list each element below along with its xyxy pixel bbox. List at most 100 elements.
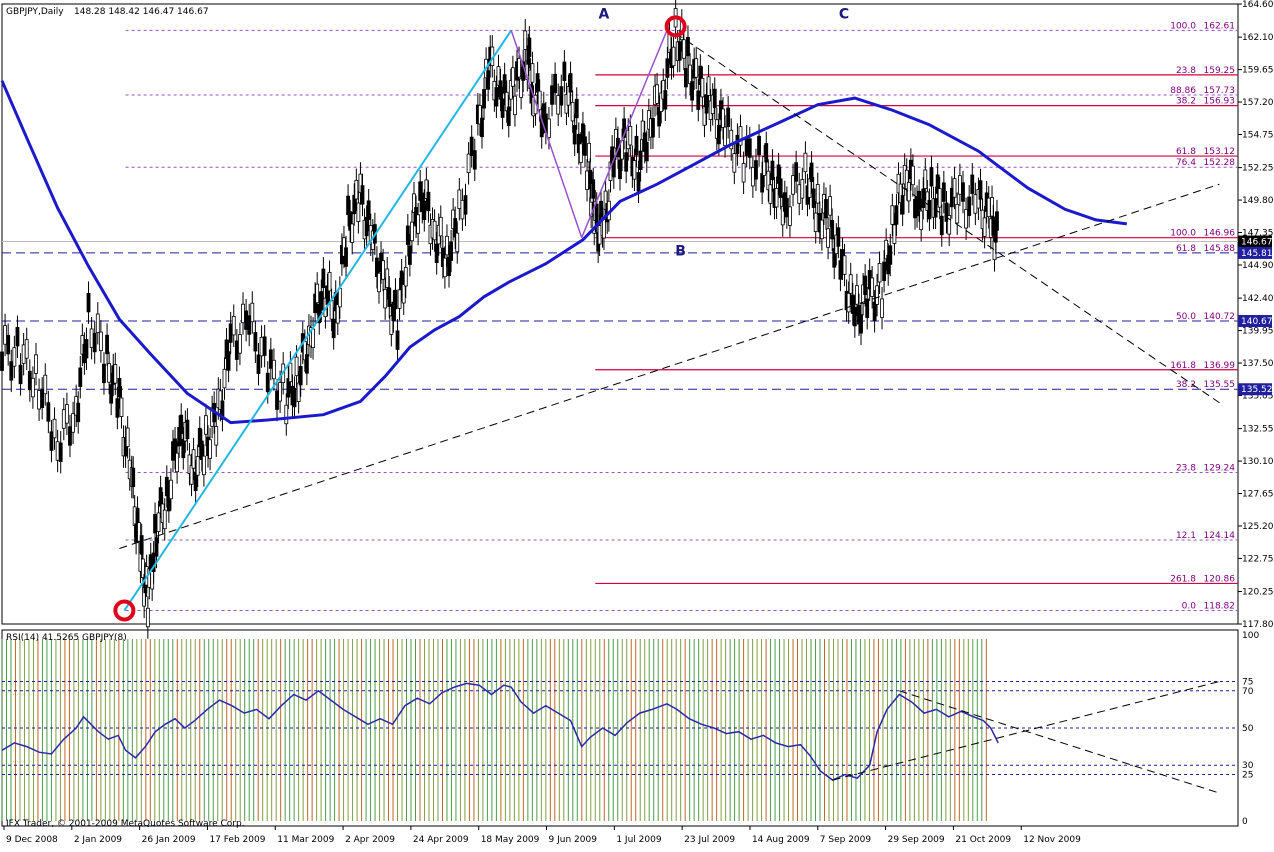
candle-body — [43, 374, 48, 395]
x-label-8: 9 Jun 2009 — [549, 835, 598, 845]
candle-body — [927, 199, 932, 220]
candle-body — [570, 101, 575, 122]
candle-body — [986, 197, 991, 218]
copyright-label: IFX Trader, © 2001-2009 MetaQuotes Softw… — [6, 819, 245, 829]
candle-body — [284, 404, 289, 425]
candle-body — [700, 77, 705, 98]
candle-body — [955, 204, 960, 224]
candle-body — [632, 160, 637, 180]
fib-ratio-label-1: 88.86 — [1170, 86, 1196, 96]
x-label-15: 12 Nov 2009 — [1023, 835, 1081, 845]
candle-body — [547, 118, 551, 138]
fib-value-label-2: 152.28 — [1204, 158, 1236, 168]
fib-value-label-8: 153.12 — [1204, 147, 1236, 157]
candle-body — [824, 198, 828, 219]
candle-body — [809, 162, 814, 182]
candle-body — [900, 195, 905, 215]
candle-body — [265, 372, 270, 393]
candle-body — [712, 88, 717, 109]
candle-body — [395, 330, 400, 350]
candle-body — [426, 191, 431, 212]
candle-body — [696, 90, 701, 110]
candle-body — [694, 58, 699, 78]
candle-body — [870, 277, 875, 297]
candle-body — [158, 487, 163, 507]
candle-body — [888, 245, 893, 265]
x-label-0: 9 Dec 2008 — [6, 835, 58, 845]
candle-body — [848, 274, 853, 294]
rsi-y-tick-2: 70 — [1242, 687, 1254, 697]
candle-body — [510, 67, 515, 87]
candle-body — [655, 84, 659, 104]
candle-body — [34, 354, 38, 374]
candle-body — [764, 143, 769, 163]
candle-body — [811, 188, 816, 208]
candle-body — [939, 215, 944, 236]
y-tick-label-5: 152.25 — [1242, 164, 1274, 174]
candle-body — [553, 73, 558, 94]
point-label-C: C — [839, 6, 849, 22]
candle-body — [383, 288, 388, 309]
candle-body — [527, 37, 532, 57]
candle-body — [46, 402, 51, 422]
candle-body — [204, 415, 208, 435]
candle-body — [741, 163, 746, 183]
candle-body — [618, 159, 622, 179]
candle-body — [30, 377, 35, 398]
candle-body — [880, 298, 884, 318]
x-label-12: 7 Sep 2009 — [820, 835, 872, 845]
candle-body — [747, 138, 752, 158]
candle-body — [800, 179, 805, 199]
candle-body — [296, 382, 301, 403]
candle-body — [416, 214, 421, 234]
candle-body — [241, 303, 245, 324]
candle-body — [294, 356, 299, 377]
candle-body — [550, 85, 554, 105]
candle-body — [744, 136, 749, 156]
fib-value-label-7: 156.93 — [1204, 97, 1236, 107]
candle-body — [319, 291, 324, 311]
candle-body — [877, 263, 882, 283]
candle-body — [366, 200, 371, 220]
candle-body — [923, 169, 928, 189]
candle-body — [175, 452, 180, 473]
candle-body — [519, 78, 524, 98]
candle-body — [256, 354, 261, 374]
x-label-5: 2 Apr 2009 — [345, 835, 395, 845]
candle-body — [401, 284, 406, 304]
candle-body — [706, 76, 711, 96]
candle-body — [181, 438, 186, 459]
candle-body — [663, 90, 668, 110]
candle-body — [445, 235, 449, 256]
fib-ratio-label-8: 61.8 — [1176, 147, 1196, 157]
candle-body — [671, 46, 676, 67]
candle-body — [757, 135, 761, 156]
candle-body — [952, 178, 957, 198]
candle-body — [784, 197, 789, 218]
candle-body — [117, 377, 122, 398]
candle-body — [480, 117, 484, 138]
candle-body — [583, 136, 587, 156]
candle-body — [919, 210, 924, 231]
candle-body — [651, 118, 655, 138]
y-tick-label-9: 142.40 — [1242, 294, 1274, 304]
candle-body — [442, 257, 447, 278]
candle-body — [556, 95, 561, 115]
fib-value-label-9: 146.96 — [1204, 229, 1236, 239]
candle-body — [84, 339, 89, 359]
candle-body — [836, 227, 841, 247]
candle-body — [865, 298, 870, 318]
candle-body — [434, 243, 439, 264]
candle-body — [770, 160, 775, 181]
candle-body — [917, 190, 922, 211]
y-tick-label-6: 149.80 — [1242, 196, 1274, 206]
candle-body — [228, 323, 233, 343]
fib-value-label-3: 129.24 — [1204, 463, 1236, 473]
candle-body — [0, 351, 4, 371]
candle-body — [535, 73, 540, 93]
candle-body — [750, 167, 755, 187]
price-tag-2: 140.67 — [1241, 317, 1273, 327]
candle-body — [530, 63, 535, 83]
rsi-y-tick-5: 25 — [1242, 771, 1253, 781]
rsi-y-tick-6: 0 — [1242, 817, 1248, 827]
